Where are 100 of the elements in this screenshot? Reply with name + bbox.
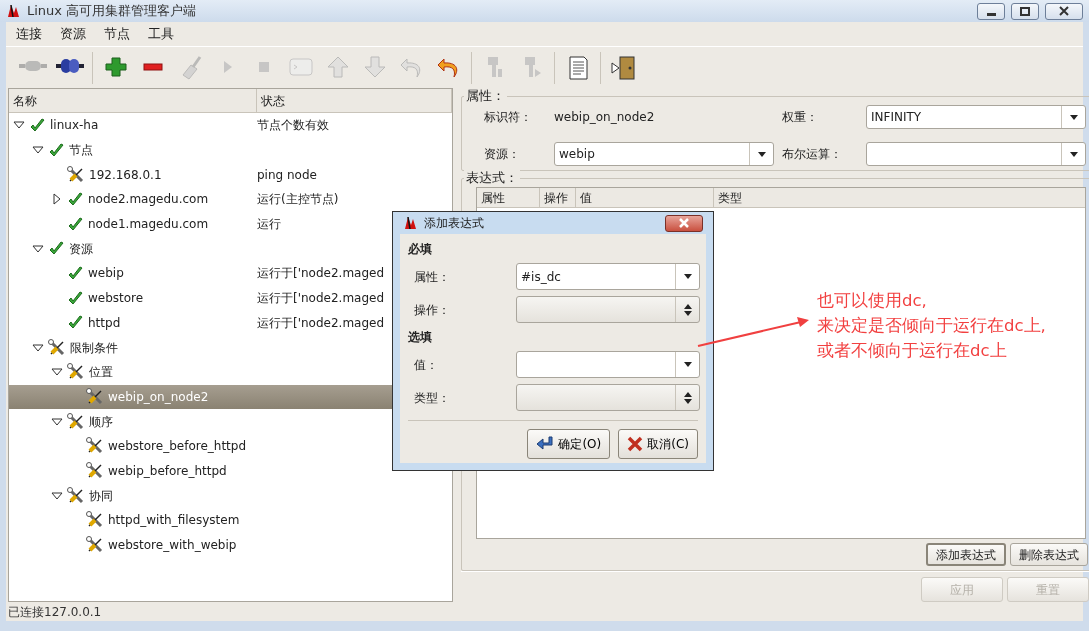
tree-item-label: httpd	[88, 314, 121, 332]
tree-row[interactable]: 节点	[9, 137, 452, 163]
tree-item-label: 限制条件	[70, 339, 118, 357]
section-heading: 必填	[408, 241, 433, 258]
column-header[interactable]: 属性	[477, 188, 540, 207]
check-icon	[67, 265, 84, 281]
menu-item[interactable]: 工具	[148, 24, 174, 44]
spinner-icon	[682, 390, 693, 405]
tools-icon	[67, 412, 85, 431]
tree-row[interactable]: webstore_before_httpd	[9, 433, 452, 459]
menu-item[interactable]: 资源	[60, 24, 86, 44]
menu-item[interactable]: 节点	[104, 24, 130, 44]
close-icon	[1059, 6, 1069, 16]
tree-row[interactable]: webstore_with_webip	[9, 532, 452, 558]
tree-item-label: webstore_with_webip	[108, 537, 237, 555]
app-logo-icon	[403, 215, 418, 231]
section-label: 表达式：	[464, 170, 520, 186]
spinner-icon	[682, 302, 693, 317]
close-button[interactable]	[665, 214, 703, 232]
boolean-dropdown[interactable]	[866, 142, 1086, 166]
minimize-icon	[986, 12, 996, 16]
tools-icon	[67, 363, 85, 382]
section-label: 属性：	[464, 88, 507, 104]
status-text: 运行于['node2.maged	[257, 314, 385, 332]
tree-row[interactable]: linux-ha 节点个数有效	[9, 113, 452, 138]
annotation-text: 来决定是否倾向于运行在dc上,	[817, 315, 1046, 337]
tree-item-label: webip_before_httpd	[108, 462, 227, 480]
tree-item-label: webstore	[88, 290, 144, 308]
field-label: 操作：	[414, 301, 451, 319]
tree-item-label: webstore_before_httpd	[108, 438, 247, 456]
column-header[interactable]: 状态	[256, 89, 452, 112]
expander-icon[interactable]	[51, 415, 63, 428]
tree-row[interactable]: 192.168.0.1 ping node	[9, 162, 452, 188]
expander-icon[interactable]	[32, 341, 44, 354]
check-icon	[67, 216, 84, 232]
field-label: 属性：	[414, 268, 451, 286]
column-header[interactable]: 操作	[540, 188, 576, 207]
tools-icon	[67, 486, 85, 505]
check-icon	[48, 142, 65, 158]
tree-item-label: webip_on_node2	[108, 388, 209, 406]
dialog-title: 添加表达式	[424, 215, 484, 232]
tree-item-label: 位置	[89, 364, 113, 382]
annotation-text: 或者不倾向于运行在dc上	[817, 340, 1008, 362]
tree-item-label: 节点	[69, 142, 93, 160]
column-header[interactable]: 类型	[714, 188, 1085, 207]
tools-icon	[86, 461, 104, 480]
minimize-button[interactable]	[977, 2, 1005, 20]
expander-icon[interactable]	[51, 489, 63, 502]
tree-row[interactable]: node2.magedu.com 运行(主控节点)	[9, 187, 452, 212]
status-text: ping node	[257, 166, 317, 184]
field-label: 布尔运算：	[782, 146, 843, 163]
status-text: 节点个数有效	[257, 117, 329, 135]
cancel-icon	[627, 436, 644, 452]
maximize-icon	[1020, 6, 1030, 16]
tree-row[interactable]: 协同	[9, 483, 452, 508]
status-bar-text: 已连接127.0.0.1	[7, 603, 103, 621]
ok-button[interactable]: 确定(O)	[527, 429, 611, 459]
tools-icon	[86, 536, 104, 555]
cancel-button[interactable]: 取消(C)	[618, 429, 698, 459]
action-button[interactable]: 删除表达式	[1010, 543, 1088, 566]
tree-item-label: httpd_with_filesystem	[108, 512, 240, 530]
dropdown-field[interactable]	[516, 351, 700, 378]
dropdown-icon	[1068, 150, 1079, 158]
annotation-text: 也可以使用dc,	[817, 290, 928, 312]
action-button[interactable]: 添加表达式	[926, 543, 1006, 566]
close-icon	[677, 217, 691, 229]
tree-item-label: 顺序	[89, 413, 113, 431]
menu-item[interactable]: 连接	[16, 24, 42, 44]
maximize-button[interactable]	[1011, 2, 1039, 20]
app-logo-icon	[6, 3, 21, 19]
column-header[interactable]: 值	[576, 188, 714, 207]
tree-row[interactable]: webip_before_httpd	[9, 458, 452, 484]
tools-icon	[86, 437, 104, 456]
score-dropdown[interactable]: INFINITY	[866, 105, 1086, 129]
close-button[interactable]	[1045, 2, 1083, 20]
dropdown-icon	[1068, 113, 1079, 121]
column-header[interactable]: 名称	[9, 89, 257, 112]
tree-item-label: linux-ha	[50, 117, 99, 135]
tree-item-label: 192.168.0.1	[89, 166, 162, 184]
field-label: 类型：	[414, 389, 451, 407]
tree-item-label: 协同	[89, 487, 113, 505]
check-icon	[48, 241, 65, 257]
dropdown-icon	[682, 361, 693, 368]
dropdown-field[interactable]: #is_dc	[516, 263, 700, 290]
field-label: 值：	[414, 356, 439, 374]
dropdown-icon	[756, 150, 767, 158]
status-text: 运行	[257, 216, 281, 234]
expander-icon[interactable]	[51, 193, 63, 206]
status-text: 运行(主控节点)	[257, 191, 339, 209]
section-heading: 选填	[408, 329, 433, 346]
tools-icon	[67, 165, 85, 184]
status-text: 运行于['node2.maged	[257, 290, 385, 308]
tree-item-label: node1.magedu.com	[88, 216, 209, 234]
field-label: 标识符：	[484, 109, 533, 126]
expander-icon[interactable]	[32, 242, 44, 255]
tree-row[interactable]: httpd_with_filesystem	[9, 508, 452, 533]
window-title: Linux 高可用集群管理客户端	[27, 2, 197, 21]
resource-dropdown[interactable]: webip	[554, 142, 774, 166]
tools-icon	[48, 338, 66, 357]
tree-row[interactable]: 顺序	[9, 409, 452, 434]
